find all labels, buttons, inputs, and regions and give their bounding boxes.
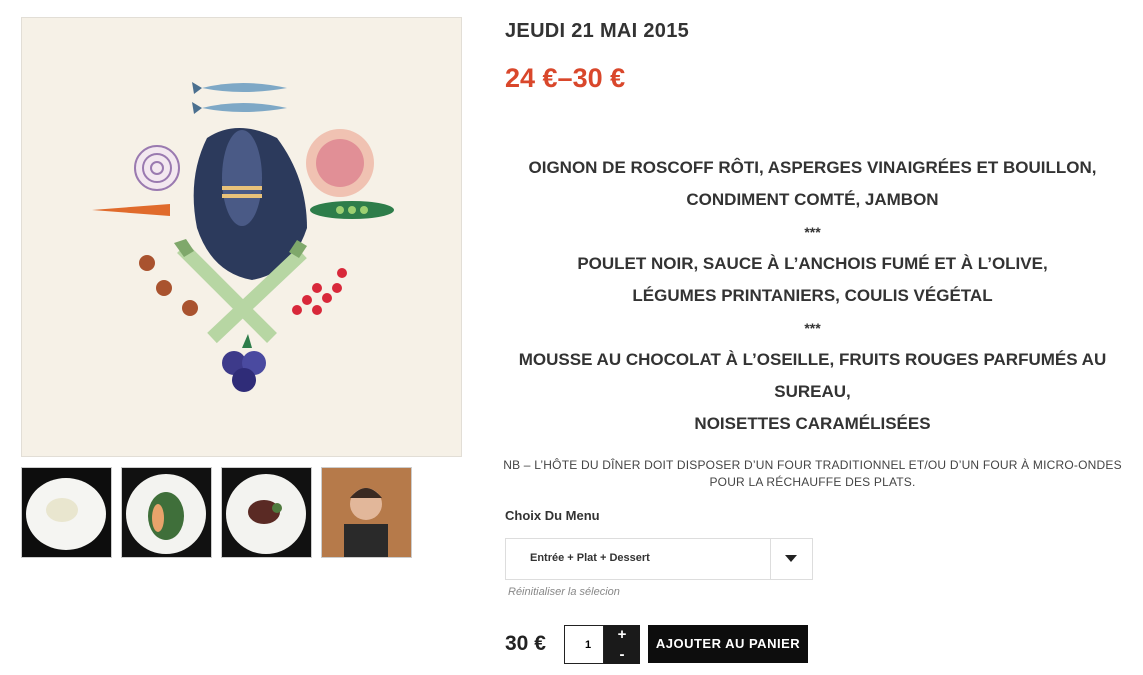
menu-separator: *** — [804, 224, 821, 240]
menu-line: NOISETTES CARAMÉLISÉES — [694, 414, 931, 433]
menu-line: CONDIMENT COMTÉ, JAMBON — [686, 190, 939, 209]
menu-line: MOUSSE AU CHOCOLAT À L’OSEILLE, FRUITS R… — [518, 350, 1107, 401]
caret-down-icon — [785, 555, 797, 562]
thumbnail-1[interactable] — [21, 467, 112, 558]
menu-separator: *** — [804, 320, 821, 336]
menu-choice-value: Entrée + Plat + Dessert — [530, 552, 650, 564]
final-price: 30 € — [505, 632, 546, 655]
note-line: POUR LA RÉCHAUFFE DES PLATS. — [709, 475, 916, 489]
price-range: 24 €–30 € — [505, 63, 626, 93]
quantity-increase-button[interactable]: + — [604, 625, 640, 645]
quantity-stepper: + - — [564, 625, 640, 664]
menu-choice-select[interactable]: Entrée + Plat + Dessert — [505, 538, 813, 580]
menu-description: OIGNON DE ROSCOFF RÔTI, ASPERGES VINAIGR… — [500, 152, 1125, 440]
menu-line: POULET NOIR, SAUCE À L’ANCHOIS FUMÉ ET À… — [577, 254, 1048, 273]
thumbnail-3[interactable] — [221, 467, 312, 558]
menu-line: OIGNON DE ROSCOFF RÔTI, ASPERGES VINAIGR… — [528, 158, 1097, 177]
menu-line: LÉGUMES PRINTANIERS, COULIS VÉGÉTAL — [632, 286, 993, 305]
dropdown-toggle[interactable] — [770, 539, 812, 579]
quantity-input[interactable] — [564, 625, 604, 664]
event-date: JEUDI 21 MAI 2015 — [505, 20, 690, 42]
menu-choice-label: Choix Du Menu — [505, 508, 600, 523]
thumbnail-4[interactable] — [321, 467, 412, 558]
add-to-cart-button[interactable]: AJOUTER AU PANIER — [648, 625, 808, 663]
quantity-decrease-button[interactable]: - — [604, 645, 640, 664]
note: NB – L’HÔTE DU DÎNER DOIT DISPOSER D’UN … — [500, 457, 1125, 491]
thumbnail-2[interactable] — [121, 467, 212, 558]
product-main-image[interactable] — [21, 17, 462, 457]
thumbnail-gallery — [21, 467, 412, 558]
note-line: NB – L’HÔTE DU DÎNER DOIT DISPOSER D’UN … — [503, 458, 1122, 472]
reset-selection-link[interactable]: Réinitialiser la sélecion — [508, 586, 620, 598]
